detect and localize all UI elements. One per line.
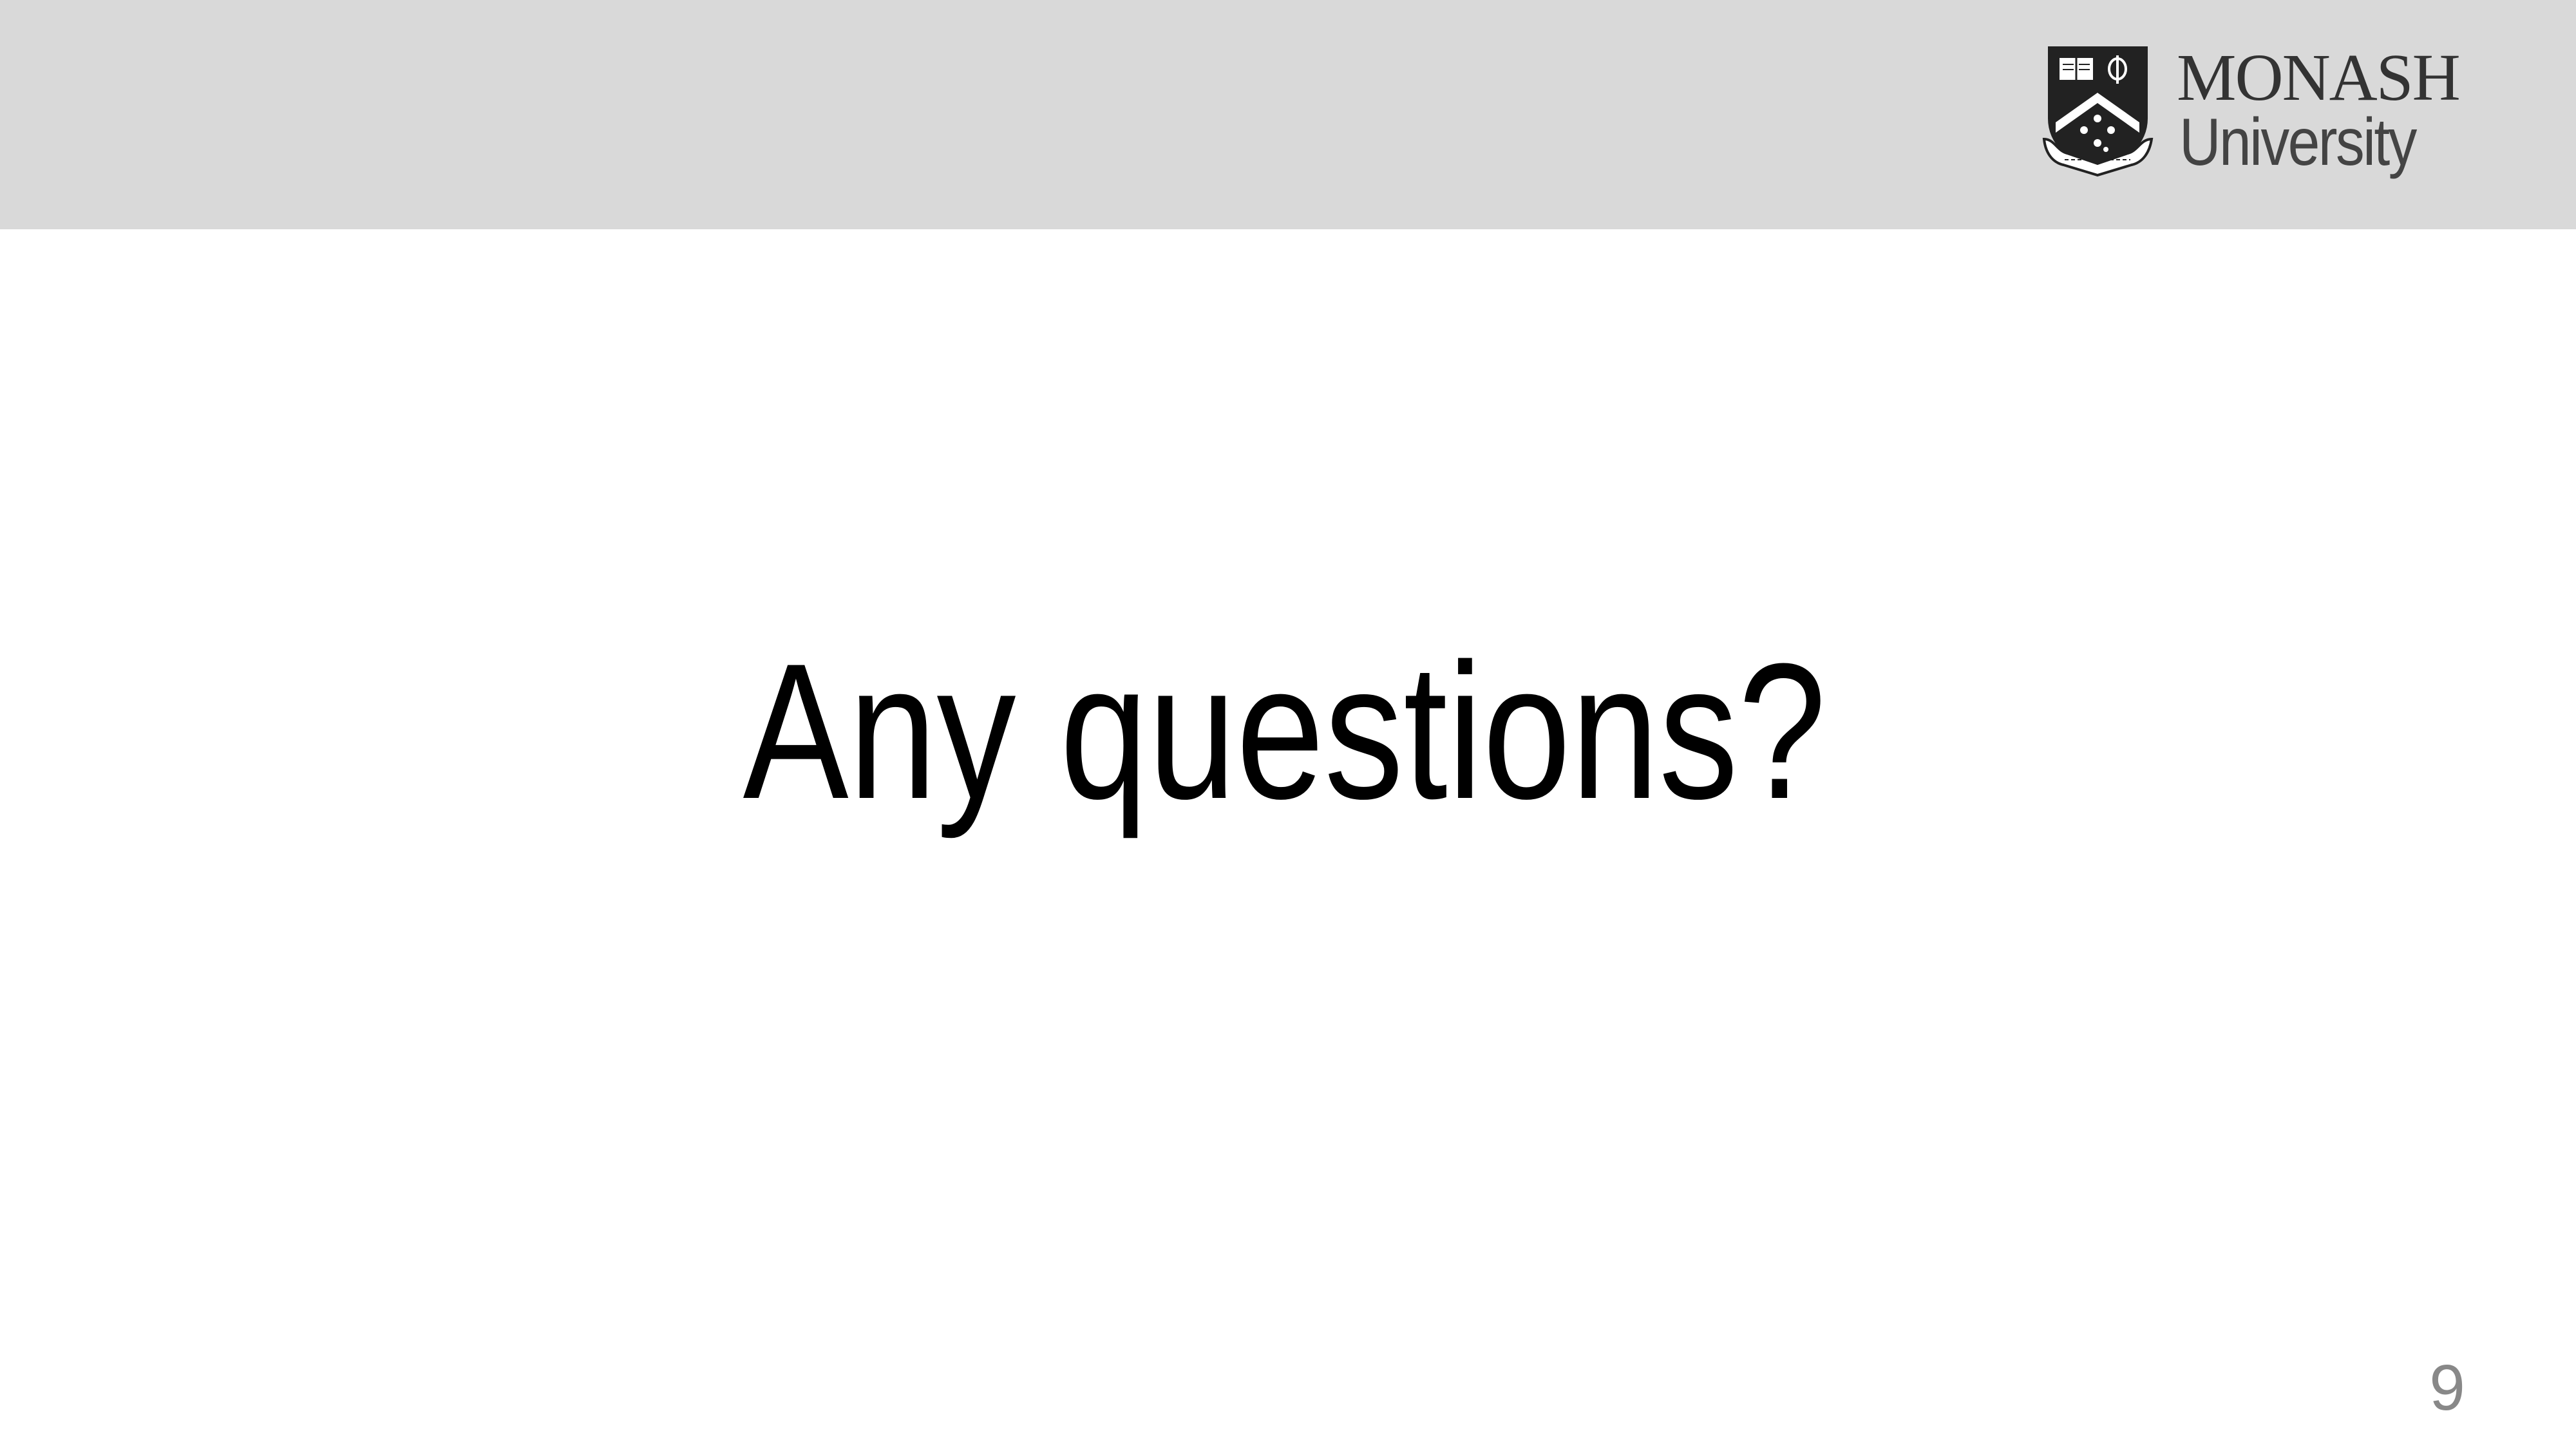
slide: MONASH University Any questions? 9 (0, 0, 2576, 1449)
page-number: 9 (2429, 1352, 2465, 1424)
logo-wordmark: MONASH University (2177, 43, 2486, 178)
header-bar: MONASH University (0, 0, 2576, 229)
slide-title-text: Any questions? (743, 623, 1827, 839)
monash-university-logo: MONASH University (2041, 43, 2486, 178)
monash-crest-icon (2042, 46, 2154, 177)
logo-text-university: University (2179, 105, 2417, 180)
logo-text-monash: MONASH (2177, 41, 2461, 115)
slide-title: Any questions? (0, 625, 2576, 837)
